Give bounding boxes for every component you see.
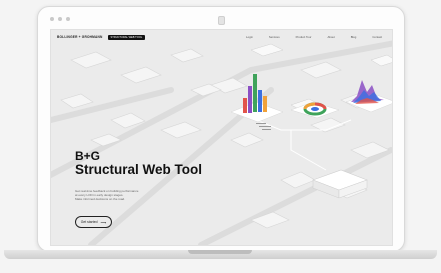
nav-link-blog[interactable]: Blog: [351, 35, 357, 39]
hero-description-line: Make informed decisions on the road.: [75, 196, 126, 201]
nav-links: Login Services Product Tour About Blog C…: [246, 35, 382, 39]
product-badge: STRUCTURAL WEB TOOL: [107, 34, 146, 40]
city-map-illustration: [51, 30, 392, 245]
laptop-notch: [188, 250, 252, 254]
brand-logo[interactable]: BOLLINGER + GROHMANN: [57, 35, 103, 39]
nav-link-services[interactable]: Services: [269, 35, 280, 39]
window-dots: [50, 17, 70, 21]
get-started-button[interactable]: Get started ⟶: [75, 216, 112, 228]
nav-link-product-tour[interactable]: Product Tour: [296, 35, 312, 39]
hero-title-line1: B+G: [75, 149, 101, 163]
hero-title: B+G Structural Web Tool: [75, 150, 202, 177]
nav-link-contact[interactable]: Contact: [372, 35, 382, 39]
website-screen: BOLLINGER + GROHMANN STRUCTURAL WEB TOOL…: [50, 29, 393, 246]
arrow-right-icon: ⟶: [100, 219, 107, 225]
get-started-label: Get started: [80, 220, 98, 224]
nav-link-about[interactable]: About: [327, 35, 334, 39]
nav-link-login[interactable]: Login: [246, 35, 253, 39]
camera-icon: [218, 16, 225, 25]
laptop-lid: BOLLINGER + GROHMANN STRUCTURAL WEB TOOL…: [37, 6, 405, 252]
hero-description: Get real-time feedback on building perfo…: [75, 189, 165, 202]
hero-title-line2: Structural Web Tool: [75, 161, 203, 177]
top-navigation: BOLLINGER + GROHMANN STRUCTURAL WEB TOOL…: [51, 30, 392, 44]
